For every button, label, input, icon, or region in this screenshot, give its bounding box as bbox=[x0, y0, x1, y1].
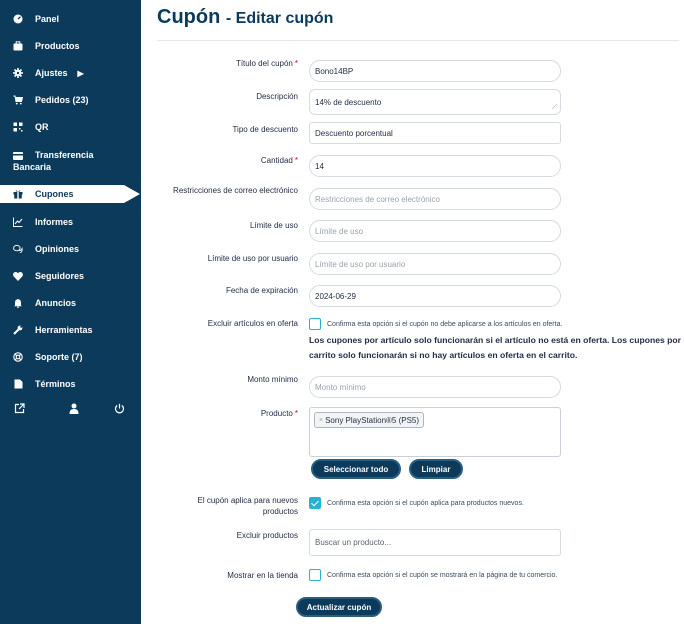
heart-icon bbox=[13, 271, 23, 281]
sidebar-item-label: Soporte (7) bbox=[35, 352, 83, 362]
sidebar-item-cupones[interactable]: Cupones bbox=[0, 185, 140, 203]
sidebar-item-label: Herramientas bbox=[35, 325, 93, 335]
qr-icon bbox=[13, 122, 23, 132]
chat-icon bbox=[13, 244, 23, 254]
nuevos-label-line2: productos bbox=[262, 507, 298, 516]
descripcion-textarea[interactable]: 14% de descuento ⟋ bbox=[309, 89, 561, 115]
lifebuoy-icon bbox=[13, 352, 23, 362]
sidebar-item-anuncios[interactable]: Anuncios bbox=[0, 296, 141, 310]
sidebar-item-label: Informes bbox=[35, 217, 74, 227]
producto-tag-label: Sony PlayStation®5 (PS5) bbox=[325, 415, 420, 425]
gear-icon bbox=[13, 68, 23, 78]
excluir-productos-input[interactable]: Buscar un producto... bbox=[309, 529, 561, 556]
sidebar-item-panel[interactable]: Panel bbox=[0, 12, 141, 26]
sidebar-item-qr[interactable]: QR bbox=[0, 120, 141, 134]
mostrar-checkbox[interactable] bbox=[309, 569, 321, 581]
mostrar-text: Confirma esta opción si el cupón se most… bbox=[327, 572, 558, 579]
sidebar-item-ajustes[interactable]: Ajustes ▶ bbox=[0, 66, 141, 80]
sidebar-item-label: QR bbox=[35, 122, 49, 132]
chart-icon bbox=[13, 217, 23, 227]
sidebar-item-label-line2: Bancaria bbox=[13, 162, 52, 172]
sidebar-item-seguidores[interactable]: Seguidores bbox=[0, 269, 141, 283]
excluir-oferta-checkbox[interactable] bbox=[309, 318, 321, 330]
cantidad-label: Cantidad * bbox=[260, 156, 298, 165]
user-icon[interactable] bbox=[69, 403, 79, 417]
nuevos-text: Confirma esta opción si el cupón aplica … bbox=[327, 500, 524, 507]
fecha-input[interactable]: 2024-06-29 bbox=[309, 285, 561, 307]
page-title-sub: - Editar cupón bbox=[225, 10, 334, 27]
nuevos-checkbox[interactable] bbox=[309, 497, 321, 509]
producto-tag: × Sony PlayStation®5 (PS5) bbox=[314, 412, 425, 428]
tipo-descuento-label: Tipo de descuento bbox=[232, 125, 298, 134]
producto-label: Producto * bbox=[260, 409, 298, 418]
gift-icon bbox=[13, 189, 23, 199]
sidebar-item-label: Anuncios bbox=[35, 298, 77, 308]
briefcase-icon bbox=[13, 41, 23, 51]
sidebar-item-label: Productos bbox=[35, 41, 80, 51]
monto-minimo-label: Monto mínimo bbox=[247, 375, 298, 384]
nuevos-label: El cupón aplica para nuevos bbox=[197, 496, 298, 505]
limite-uso-input[interactable]: Límite de uso bbox=[309, 220, 561, 242]
seleccionar-todo-button[interactable]: Seleccionar todo bbox=[311, 459, 401, 479]
descripcion-value: 14% de descuento bbox=[315, 97, 382, 107]
excluir-oferta-text: Confirma esta opción si el cupón no debe… bbox=[327, 321, 563, 328]
document-icon bbox=[13, 379, 23, 389]
header-divider bbox=[157, 40, 679, 41]
sidebar-item-soporte[interactable]: Soporte (7) bbox=[0, 350, 141, 364]
cantidad-input[interactable]: 14 bbox=[309, 155, 561, 177]
sidebar-item-pedidos[interactable]: Pedidos (23) bbox=[0, 93, 141, 107]
excluir-productos-label: Excluir productos bbox=[236, 531, 298, 540]
sidebar-item-label: Seguidores bbox=[35, 271, 85, 281]
sidebar-item-productos[interactable]: Productos bbox=[0, 39, 141, 53]
sidebar: Panel Productos Ajustes ▶ Pedidos (23) Q… bbox=[0, 0, 141, 624]
excluir-oferta-note: Los cupones por artículo solo funcionará… bbox=[309, 335, 681, 360]
remove-tag-icon[interactable]: × bbox=[319, 417, 323, 424]
mostrar-label: Mostrar en la tienda bbox=[227, 571, 298, 580]
sidebar-item-label: Ajustes bbox=[35, 68, 68, 78]
titulo-label: Título del cupón * bbox=[235, 59, 298, 68]
producto-select[interactable]: × Sony PlayStation®5 (PS5) bbox=[309, 407, 561, 457]
sidebar-item-label: Pedidos (23) bbox=[35, 95, 89, 105]
limpiar-button[interactable]: Limpiar bbox=[409, 459, 463, 479]
excluir-oferta-label: Excluir artículos en oferta bbox=[207, 319, 298, 328]
sidebar-item-herramientas[interactable]: Herramientas bbox=[0, 323, 141, 337]
restricciones-input[interactable]: Restricciones de correo electrónico bbox=[309, 188, 561, 210]
monto-minimo-input[interactable]: Monto mínimo bbox=[309, 376, 561, 398]
page-title-main: Cupón bbox=[157, 6, 221, 28]
actualizar-cupon-button[interactable]: Actualizar cupón bbox=[296, 597, 382, 617]
sidebar-item-terminos[interactable]: Términos bbox=[0, 377, 141, 391]
sidebar-item-informes[interactable]: Informes bbox=[0, 215, 141, 229]
limite-usuario-label: Límite de uso por usuario bbox=[207, 254, 298, 263]
descripcion-label: Descripción bbox=[256, 92, 298, 101]
sidebar-item-label: Panel bbox=[35, 14, 60, 24]
bell-icon bbox=[13, 298, 23, 308]
sidebar-item-label: Cupones bbox=[35, 189, 74, 199]
sidebar-item-label: Opiniones bbox=[35, 244, 80, 254]
resize-handle-icon[interactable]: ⟋ bbox=[552, 104, 557, 112]
power-icon[interactable] bbox=[114, 403, 125, 417]
limite-uso-label: Límite de uso bbox=[249, 221, 298, 230]
page-title: Cupón - Editar cupón bbox=[157, 6, 333, 29]
external-link-icon[interactable] bbox=[14, 403, 25, 417]
caret-right-icon: ▶ bbox=[77, 68, 84, 78]
restricciones-label: Restricciones de correo electrónico bbox=[173, 186, 298, 195]
cart-icon bbox=[13, 95, 23, 105]
dashboard-icon bbox=[13, 14, 23, 24]
titulo-input[interactable]: Bono14BP bbox=[309, 60, 561, 82]
sidebar-item-label: Transferencia bbox=[35, 150, 94, 160]
tipo-descuento-select[interactable]: Descuento porcentual bbox=[309, 122, 561, 144]
limite-usuario-input[interactable]: Límite de uso por usuario bbox=[309, 253, 561, 275]
sidebar-item-opiniones[interactable]: Opiniones bbox=[0, 242, 141, 256]
bank-card-icon bbox=[13, 151, 23, 161]
wrench-icon bbox=[13, 325, 23, 335]
fecha-label: Fecha de expiración bbox=[225, 286, 298, 295]
sidebar-item-label: Términos bbox=[35, 379, 76, 389]
